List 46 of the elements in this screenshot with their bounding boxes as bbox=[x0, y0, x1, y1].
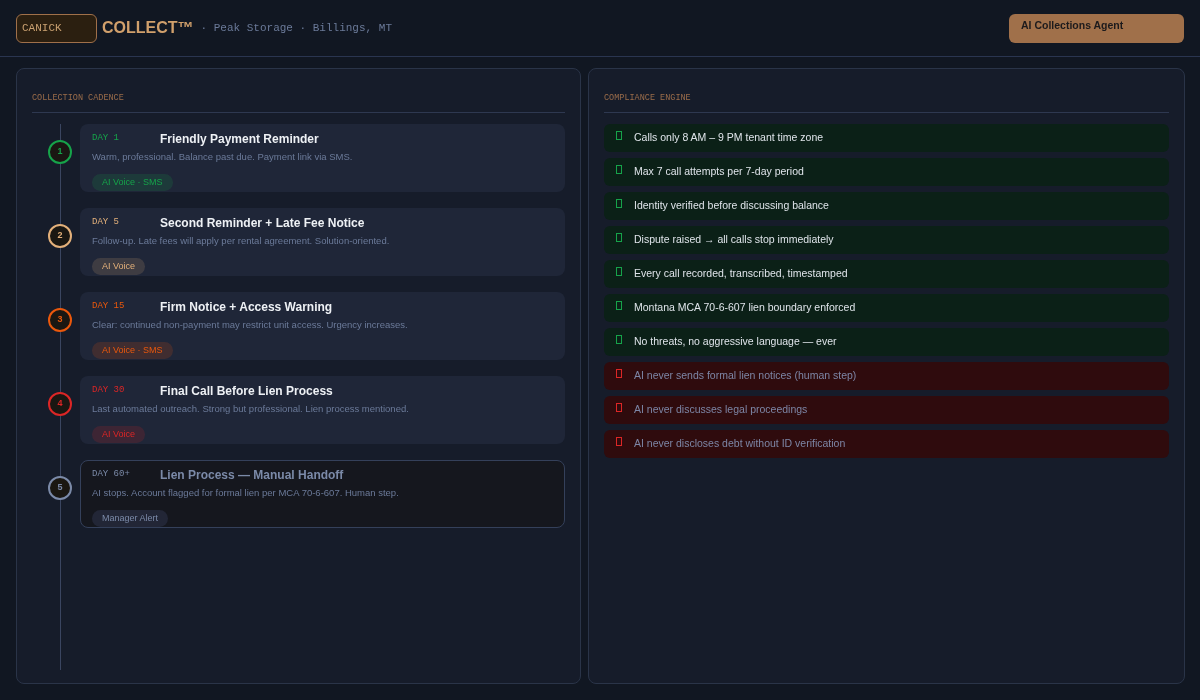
day-label: DAY 5 bbox=[92, 216, 120, 229]
logo-badge: CANICK bbox=[16, 13, 97, 43]
step-description: Warm, professional. Balance past due. Payment link via SMS. bbox=[92, 150, 354, 163]
rectangle-icon bbox=[616, 198, 622, 208]
rectangle-icon bbox=[616, 436, 622, 446]
rectangle-icon bbox=[616, 266, 622, 276]
rule-text: Every call recorded, transcribed, timestamped bbox=[634, 266, 848, 282]
rectangle-icon bbox=[616, 368, 622, 378]
day-label: DAY 30 bbox=[92, 384, 126, 397]
day-label: DAY 15 bbox=[92, 300, 126, 313]
rectangle-icon bbox=[616, 130, 622, 140]
section-heading: COMPLIANCE ENGINE bbox=[604, 93, 691, 103]
rule-text: AI never sends formal lien notices (human step) bbox=[634, 368, 857, 384]
channel-tag: AI Voice · SMS bbox=[92, 174, 173, 191]
step-title: Second Reminder + Late Fee Notice bbox=[160, 215, 365, 231]
channel-tag: AI Voice bbox=[92, 426, 146, 443]
rectangle-icon bbox=[616, 232, 622, 242]
location-subtitle: · Peak Storage · Billings, MT bbox=[200, 20, 392, 36]
rule-text: Max 7 call attempts per 7-day period bbox=[634, 164, 804, 180]
agent-button[interactable]: AI Collections Agent bbox=[1009, 13, 1184, 43]
product-name: COLLECT™ bbox=[102, 18, 194, 38]
step-description: AI stops. Account flagged for formal lien per MCA 70-6-607. Human step. bbox=[92, 486, 400, 499]
rule-text: Identity verified before discussing balance bbox=[634, 198, 829, 214]
day-label: DAY 60+ bbox=[92, 468, 131, 481]
rule-text: Dispute raised → all calls stop immediately bbox=[634, 232, 834, 248]
step-title: Firm Notice + Access Warning bbox=[160, 299, 333, 315]
rectangle-icon bbox=[616, 402, 622, 412]
rule-text: No threats, no aggressive language — ever bbox=[634, 334, 837, 350]
step-description: Last automated outreach. Strong but professional. Lien process mentioned. bbox=[92, 402, 410, 415]
rule-text: Calls only 8 AM – 9 PM tenant time zone bbox=[634, 130, 824, 146]
rule-text: AI never discusses legal proceedings bbox=[634, 402, 808, 418]
day-label: DAY 1 bbox=[92, 132, 120, 145]
section-heading: COLLECTION CADENCE bbox=[32, 93, 124, 103]
rule-text: AI never discloses debt without ID verification bbox=[634, 436, 846, 452]
channel-tag: AI Voice · SMS bbox=[92, 342, 173, 359]
step-description: Follow-up. Late fees will apply per rental agreement. Solution-oriented. bbox=[92, 234, 391, 247]
channel-tag: AI Voice bbox=[92, 258, 146, 275]
channel-tag: Manager Alert bbox=[92, 510, 169, 527]
step-title: Friendly Payment Reminder bbox=[160, 131, 319, 147]
rectangle-icon bbox=[616, 334, 622, 344]
rule-text: Montana MCA 70-6-607 lien boundary enforced bbox=[634, 300, 856, 316]
rectangle-icon bbox=[616, 164, 622, 174]
step-description: Clear: continued non-payment may restrict unit access. Urgency increases. bbox=[92, 318, 409, 331]
rectangle-icon bbox=[616, 300, 622, 310]
step-title: Lien Process — Manual Handoff bbox=[160, 467, 344, 483]
step-title: Final Call Before Lien Process bbox=[160, 383, 333, 399]
